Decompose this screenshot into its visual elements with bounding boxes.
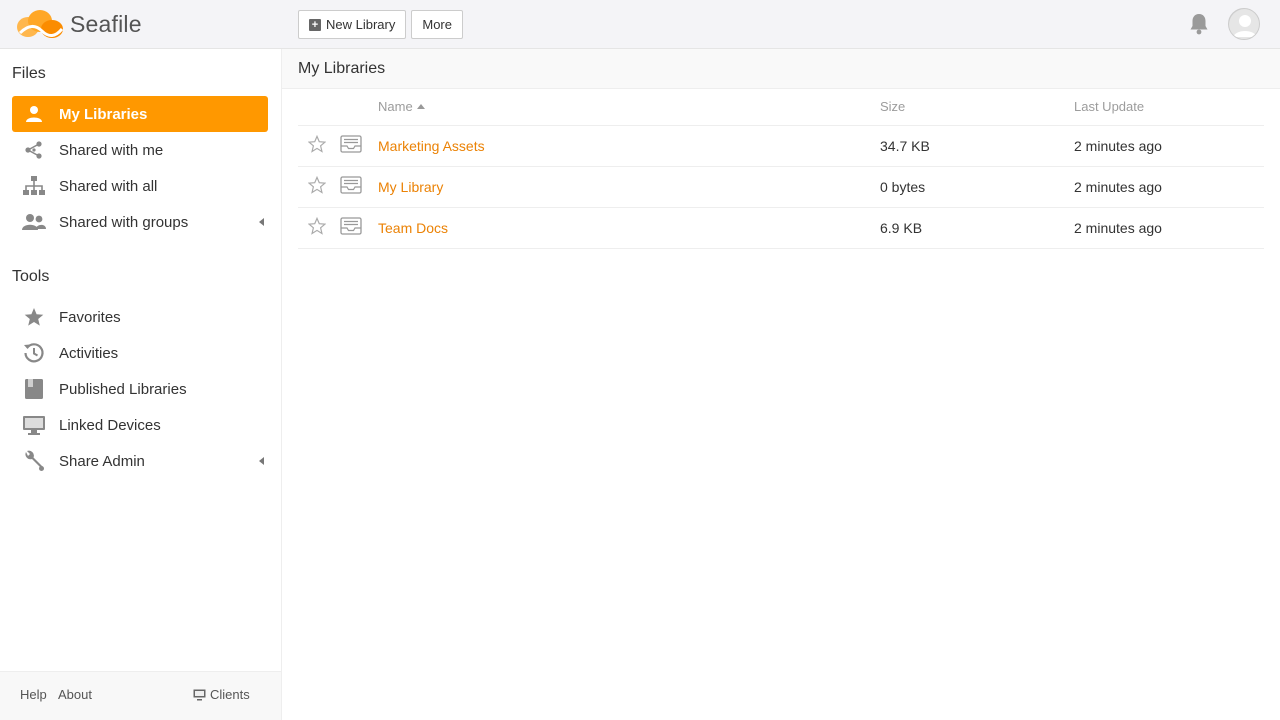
sidebar-item-label: Favorites [59, 308, 121, 326]
star-outline-icon[interactable] [307, 216, 327, 235]
star-cell [298, 166, 338, 208]
library-icon-cell [338, 166, 378, 208]
user-icon [14, 105, 54, 123]
library-name-cell: Marketing Assets [378, 125, 880, 167]
size-column-header: Size [880, 89, 1074, 126]
group-icon [14, 213, 54, 231]
sidebar-item-my-libraries[interactable]: My Libraries [12, 96, 268, 132]
sidebar-item-label: Linked Devices [59, 416, 161, 434]
library-icon-cell [338, 125, 378, 167]
sidebar-item-shared-with-me[interactable]: Shared with me [12, 132, 268, 168]
book-icon [14, 378, 54, 400]
star-icon [14, 307, 54, 327]
sidebar: Files My Libraries Shared with me Shared… [0, 49, 282, 720]
table-row[interactable]: Team Docs 6.9 KB 2 minutes ago [298, 207, 1264, 249]
library-name-link[interactable]: Marketing Assets [378, 138, 485, 154]
table-row[interactable]: My Library 0 bytes 2 minutes ago [298, 166, 1264, 208]
sidebar-item-share-admin[interactable]: Share Admin [12, 443, 268, 479]
plus-icon: + [309, 18, 321, 31]
more-button[interactable]: More [411, 10, 463, 39]
main-header: My Libraries [282, 49, 1280, 89]
wrench-icon [14, 450, 54, 472]
top-header: Seafile + New Library More [0, 0, 1280, 49]
table-row[interactable]: Marketing Assets 34.7 KB 2 minutes ago [298, 125, 1264, 167]
page-title: My Libraries [298, 60, 386, 77]
monitor-icon [193, 689, 206, 700]
org-chart-icon [14, 176, 54, 196]
user-avatar-icon [1229, 9, 1259, 39]
table-header-row: Name Size Last Update [298, 89, 1264, 126]
last-update-column-header: Last Update [1074, 89, 1264, 126]
star-column-header [298, 89, 338, 126]
caret-left-icon [259, 457, 264, 465]
help-link[interactable]: Help [20, 687, 47, 702]
sidebar-item-label: Activities [59, 344, 119, 362]
toolbar: + New Library More [298, 10, 463, 39]
notifications-bell-icon[interactable] [1188, 12, 1210, 41]
sidebar-item-favorites[interactable]: Favorites [12, 299, 268, 335]
new-library-button[interactable]: + New Library [298, 10, 407, 39]
about-link[interactable]: About [58, 687, 92, 702]
library-size-cell: 34.7 KB [880, 125, 1074, 167]
library-updated-cell: 2 minutes ago [1074, 125, 1264, 167]
star-outline-icon[interactable] [307, 134, 327, 153]
sidebar-item-shared-with-groups[interactable]: Shared with groups [12, 204, 268, 240]
sidebar-item-linked-devices[interactable]: Linked Devices [12, 407, 268, 443]
files-section-title: Files [12, 65, 46, 82]
library-size-cell: 0 bytes [880, 166, 1074, 208]
name-column-header[interactable]: Name [378, 89, 880, 126]
library-name-cell: Team Docs [378, 207, 880, 249]
files-nav: My Libraries Shared with me Shared with … [0, 96, 281, 240]
tools-section-title: Tools [12, 268, 50, 285]
library-icon [340, 176, 362, 194]
sidebar-item-label: Share Admin [59, 452, 145, 470]
user-avatar[interactable] [1228, 8, 1260, 40]
sidebar-item-published-libraries[interactable]: Published Libraries [12, 371, 268, 407]
sidebar-item-shared-with-all[interactable]: Shared with all [12, 168, 268, 204]
library-name-link[interactable]: Team Docs [378, 220, 448, 236]
sidebar-footer: Help About Clients [0, 671, 281, 720]
library-name-cell: My Library [378, 166, 880, 208]
sort-ascending-icon [416, 104, 425, 110]
star-cell [298, 125, 338, 167]
clients-link[interactable]: Clients [193, 687, 250, 702]
icon-column-header [338, 89, 378, 126]
star-cell [298, 207, 338, 249]
main-panel: My Libraries Name Size Last Update Marke… [282, 49, 1280, 720]
caret-left-icon [259, 218, 264, 226]
seafile-logo-icon [17, 10, 64, 38]
new-library-label: New Library [326, 17, 396, 32]
app-name: Seafile [70, 10, 142, 37]
library-icon [340, 135, 362, 153]
monitor-icon [14, 415, 54, 435]
sidebar-item-activities[interactable]: Activities [12, 335, 268, 371]
library-icon-cell [338, 207, 378, 249]
library-updated-cell: 2 minutes ago [1074, 207, 1264, 249]
name-column-label: Name [378, 99, 413, 115]
sidebar-item-label: Shared with groups [59, 213, 189, 231]
library-icon [340, 217, 362, 235]
library-updated-cell: 2 minutes ago [1074, 166, 1264, 208]
library-size-cell: 6.9 KB [880, 207, 1074, 249]
sidebar-item-label: Published Libraries [59, 380, 187, 398]
sidebar-item-label: My Libraries [59, 105, 148, 123]
tools-nav: Favorites Activities Published Libraries… [0, 299, 281, 479]
library-name-link[interactable]: My Library [378, 179, 443, 195]
sidebar-item-label: Shared with me [59, 141, 164, 159]
clients-label: Clients [210, 687, 250, 702]
sidebar-item-label: Shared with all [59, 177, 158, 195]
share-icon [14, 140, 54, 160]
history-icon [14, 342, 54, 364]
libraries-table: Name Size Last Update Marketing Assets 3… [298, 89, 1264, 249]
seafile-logo[interactable]: Seafile [14, 6, 142, 42]
star-outline-icon[interactable] [307, 175, 327, 194]
